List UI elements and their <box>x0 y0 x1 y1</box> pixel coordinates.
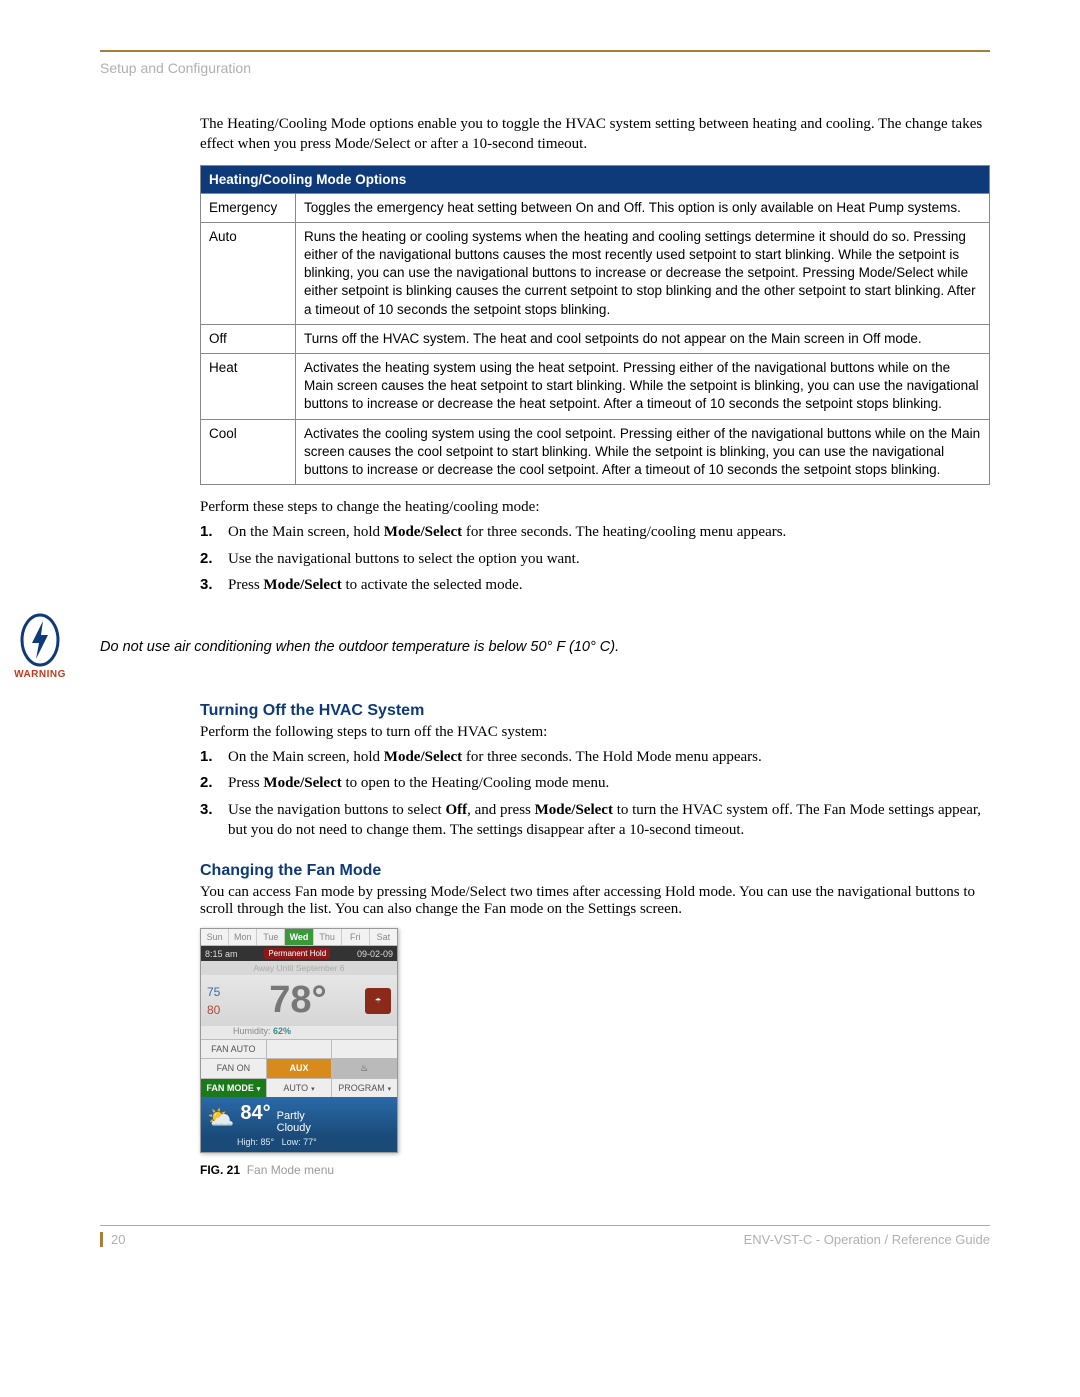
forecast-desc-1: Partly <box>277 1110 305 1122</box>
forecast-low: Low: 77° <box>282 1137 317 1147</box>
table-row: CoolActivates the cooling system using t… <box>201 419 990 485</box>
page-number: 20 <box>100 1232 125 1247</box>
umbrella-icon: ☂ <box>365 988 391 1014</box>
mode-name: Cool <box>201 419 296 485</box>
list-item: Use the navigational buttons to select t… <box>200 549 990 569</box>
fan-auto-choice: FAN AUTO <box>201 1040 267 1058</box>
table-row: AutoRuns the heating or cooling systems … <box>201 222 990 324</box>
cool-setpoint: 75 <box>207 985 231 999</box>
steps-intro: Perform these steps to change the heatin… <box>200 499 990 516</box>
table-title: Heating/Cooling Mode Options <box>201 165 990 193</box>
mode-name: Off <box>201 324 296 353</box>
warning-text: Do not use air conditioning when the out… <box>100 639 619 655</box>
mode-options-table: Heating/Cooling Mode Options EmergencyTo… <box>200 165 990 486</box>
day-tab: Tue <box>257 929 285 945</box>
humidity-value: 62% <box>273 1026 291 1036</box>
steps-list-off: On the Main screen, hold Mode/Select for… <box>200 747 990 840</box>
mode-name: Heat <box>201 354 296 420</box>
mode-description: Activates the cooling system using the c… <box>296 419 990 485</box>
forecast-temp: 84° <box>240 1102 270 1125</box>
day-tab: Mon <box>229 929 257 945</box>
day-tab: Fri <box>342 929 370 945</box>
figure-caption: FIG. 21 Fan Mode menu <box>200 1163 990 1177</box>
thermo-time: 8:15 am <box>205 949 238 959</box>
thermo-away: Away Until September 6 <box>201 961 397 975</box>
list-item: On the Main screen, hold Mode/Select for… <box>200 747 990 767</box>
list-item: Press Mode/Select to activate the select… <box>200 575 990 595</box>
list-item: Use the navigation buttons to select Off… <box>200 800 990 841</box>
day-tab: Wed <box>285 929 313 945</box>
table-row: HeatActivates the heating system using t… <box>201 354 990 420</box>
warning-label: WARNING <box>0 669 80 680</box>
indoor-temp: 78° <box>231 979 365 1022</box>
mode-description: Activates the heating system using the h… <box>296 354 990 420</box>
intro-paragraph: The Heating/Cooling Mode options enable … <box>200 114 990 155</box>
thermo-date: 09-02-09 <box>357 949 393 959</box>
list-item: Press Mode/Select to open to the Heating… <box>200 773 990 793</box>
forecast-high: High: 85° <box>237 1137 274 1147</box>
header-section: Setup and Configuration <box>100 60 990 76</box>
auto-button: AUTO ▾ <box>267 1079 333 1097</box>
steps-list-1: On the Main screen, hold Mode/Select for… <box>200 522 990 595</box>
fan-intro: You can access Fan mode by pressing Mode… <box>200 884 990 918</box>
fan-on-choice: FAN ON <box>201 1059 267 1078</box>
off-intro: Perform the following steps to turn off … <box>200 724 990 741</box>
sun-cloud-icon: ⛅ <box>207 1105 234 1131</box>
program-button: PROGRAM ▾ <box>332 1079 397 1097</box>
thermo-hold: Permanent Hold <box>264 948 330 959</box>
fan-mode-button: FAN MODE ▾ <box>201 1079 267 1097</box>
day-tab: Sun <box>201 929 229 945</box>
humidity-label: Humidity: <box>233 1026 271 1036</box>
heat-setpoint: 80 <box>207 1003 231 1017</box>
section-title-off: Turning Off the HVAC System <box>200 702 990 720</box>
flame-icon: ♨ <box>332 1059 397 1078</box>
blank-cell-1 <box>267 1040 333 1058</box>
forecast-desc-2: Cloudy <box>277 1122 311 1134</box>
mode-description: Turns off the HVAC system. The heat and … <box>296 324 990 353</box>
list-item: On the Main screen, hold Mode/Select for… <box>200 522 990 542</box>
aux-indicator: AUX <box>267 1059 333 1078</box>
mode-description: Toggles the emergency heat setting betwe… <box>296 193 990 222</box>
mode-description: Runs the heating or cooling systems when… <box>296 222 990 324</box>
day-tab: Thu <box>314 929 342 945</box>
mode-name: Auto <box>201 222 296 324</box>
footer-doc-title: ENV-VST-C - Operation / Reference Guide <box>744 1232 990 1247</box>
mode-name: Emergency <box>201 193 296 222</box>
table-row: OffTurns off the HVAC system. The heat a… <box>201 324 990 353</box>
warning-icon: WARNING <box>0 613 80 680</box>
section-title-fan: Changing the Fan Mode <box>200 862 990 880</box>
day-tab: Sat <box>370 929 397 945</box>
table-row: EmergencyToggles the emergency heat sett… <box>201 193 990 222</box>
thermostat-figure: SunMonTueWedThuFriSat 8:15 am Permanent … <box>200 928 398 1153</box>
blank-cell-2 <box>332 1040 397 1058</box>
